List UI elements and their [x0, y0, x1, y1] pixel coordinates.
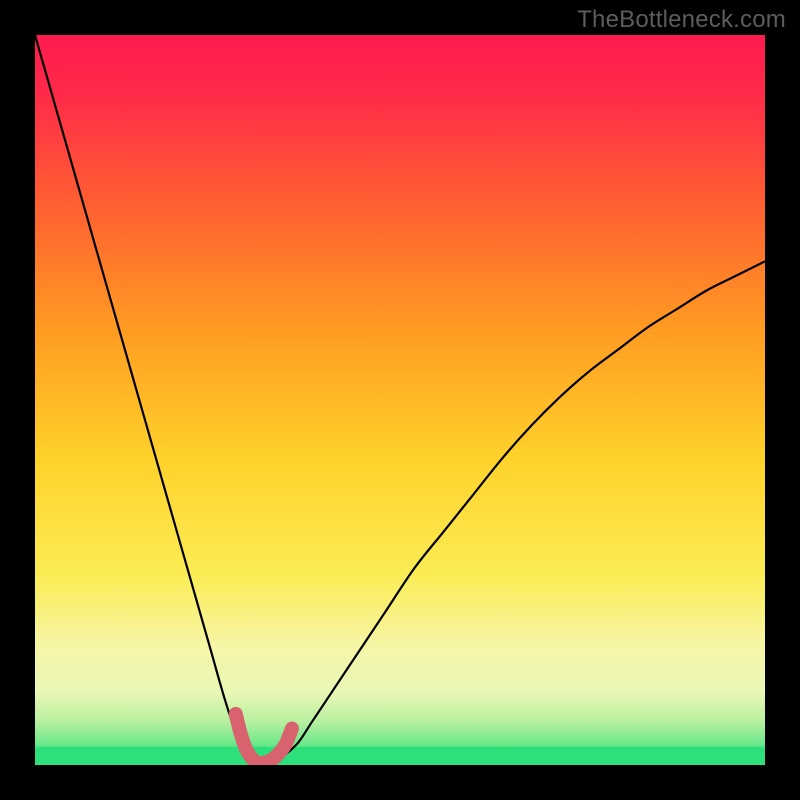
watermark-text: TheBottleneck.com [577, 6, 786, 34]
plot-area [35, 35, 765, 765]
chart-svg [35, 35, 765, 765]
green-band [35, 747, 765, 765]
chart-frame: TheBottleneck.com [0, 0, 800, 800]
chart-background [35, 35, 765, 765]
